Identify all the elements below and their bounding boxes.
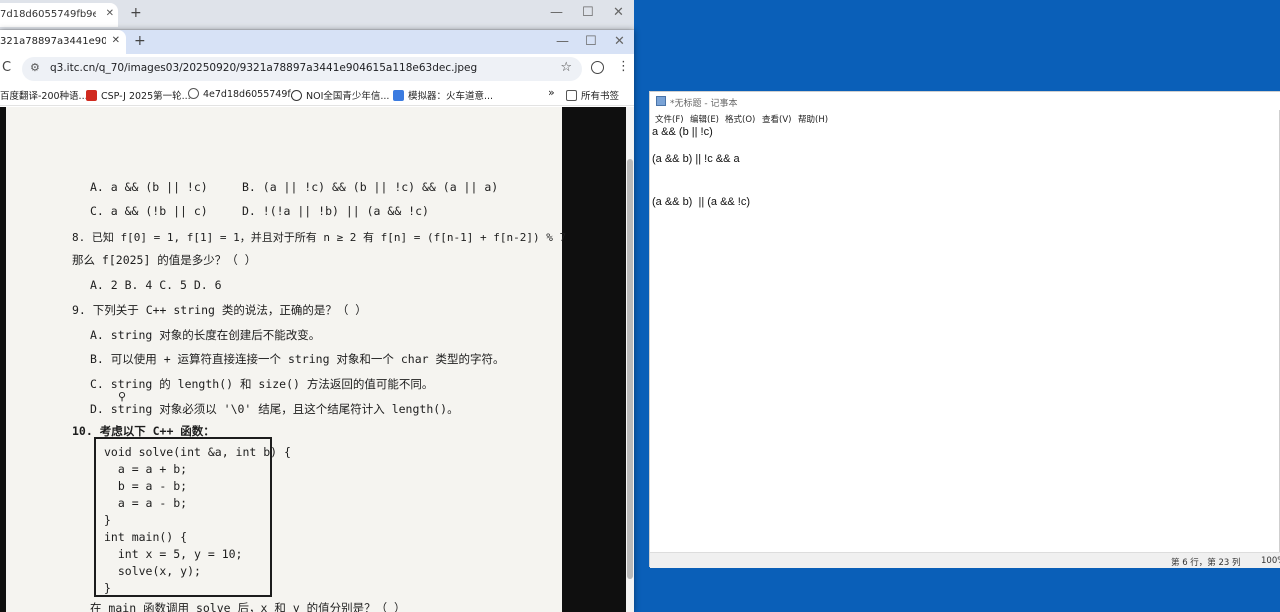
menu-format[interactable]: 格式(O): [725, 113, 755, 125]
bookmark-star-icon[interactable]: ☆: [560, 60, 572, 75]
new-tab-button[interactable]: +: [130, 5, 142, 21]
maximize-icon[interactable]: ☐: [582, 5, 594, 20]
bookmark-item[interactable]: 百度翻译-200种语...: [0, 88, 88, 102]
active-tab[interactable]: 321a78897a3441e904615a1 ✕: [0, 30, 126, 54]
browser-window: 321a78897a3441e904615a1 ✕ + — ☐ ✕ C ⚙ q3…: [0, 30, 634, 612]
notepad-menu-bar: 文件(F) 编辑(E) 格式(O) 查看(V) 帮助(H): [650, 110, 1280, 126]
q10-tail: 在 main 函数调用 solve 后，x 和 y 的值分别是？（ ）: [90, 601, 406, 612]
code-line: void solve(int &a, int b) {: [104, 445, 291, 459]
close-icon[interactable]: ✕: [112, 35, 120, 46]
cursor-position: 第 6 行，第 23 列: [1171, 558, 1241, 568]
code-line: a = a - b;: [104, 496, 188, 510]
tv-icon: [393, 90, 404, 101]
close-window-icon[interactable]: ✕: [614, 34, 625, 49]
scrollbar-thumb[interactable]: [627, 159, 633, 579]
image-viewer: A. a && (b || !c) B. (a || !c) && (b || …: [0, 107, 626, 612]
globe-icon: [291, 90, 302, 101]
bookmarks-more-icon[interactable]: »: [548, 86, 555, 99]
bookmark-label: NOI全国青少年信...: [306, 91, 390, 102]
bookmark-item[interactable]: NOI全国青少年信...: [291, 88, 389, 102]
notepad-window: *无标题 - 记事本 文件(F) 编辑(E) 格式(O) 查看(V) 帮助(H)…: [649, 91, 1280, 568]
text-line: (a && b) || !c && a: [652, 153, 740, 165]
bookmark-label: 模拟器：火车道意...: [408, 91, 494, 102]
text-line: a && (b || !c): [652, 126, 713, 138]
all-bookmarks-label: 所有书签: [581, 91, 620, 102]
maximize-icon[interactable]: ☐: [585, 34, 597, 49]
background-tab-title: 7d18d6055749fb9e1a163: [0, 9, 96, 20]
q7-option-d: D. !(!a || !b) || (a && !c): [242, 204, 429, 218]
q9-option-c: C. string 的 length() 和 size() 方法返回的值可能不同…: [90, 377, 434, 391]
q8-options: A. 2 B. 4 C. 5 D. 6: [90, 278, 222, 292]
q7-option-b: B. (a || !c) && (b || !c) && (a || a): [242, 180, 499, 194]
notepad-app-icon: [656, 96, 666, 106]
minimize-icon[interactable]: —: [550, 5, 563, 20]
notepad-status-bar: 第 6 行，第 23 列 100%: [650, 552, 1280, 568]
folder-icon: [566, 90, 577, 101]
minimize-icon[interactable]: —: [556, 34, 569, 49]
q7-option-c: C. a && (!b || c): [90, 204, 208, 218]
zoom-level: 100%: [1261, 556, 1280, 566]
profile-icon[interactable]: [591, 61, 604, 74]
close-icon[interactable]: ✕: [106, 8, 114, 19]
q9-option-d: D. string 对象必须以 '\0' 结尾，且这个结尾符计入 length(…: [90, 402, 459, 416]
code-line: solve(x, y);: [104, 564, 201, 578]
all-bookmarks-button[interactable]: 所有书签: [566, 88, 619, 102]
code-line: a = a + b;: [104, 462, 188, 476]
bookmark-label: 4e7d18d6055749f...: [203, 89, 300, 100]
tab-bar: 321a78897a3441e904615a1 ✕ + — ☐ ✕: [0, 30, 634, 54]
q8-stem: 8. 已知 f[0] = 1, f[1] = 1，并且对于所有 n ≥ 2 有 …: [72, 231, 567, 244]
text-line: (a && b) || (a && !c): [652, 196, 751, 208]
menu-edit[interactable]: 编辑(E): [690, 113, 719, 125]
bookmark-label: CSP-J 2025第一轮...: [101, 91, 191, 102]
csp-favicon-icon: [86, 90, 97, 101]
bookmark-item[interactable]: 4e7d18d6055749f...: [188, 88, 299, 100]
background-browser-tab[interactable]: 7d18d6055749fb9e1a163 ✕: [0, 3, 118, 27]
new-tab-button[interactable]: +: [134, 33, 146, 49]
code-line: }: [104, 581, 111, 595]
code-line: }: [104, 513, 111, 527]
browser-toolbar: C ⚙ q3.itc.cn/q_70/images03/20250920/932…: [0, 54, 634, 84]
q9-stem: 9. 下列关于 C++ string 类的说法，正确的是？（ ）: [72, 303, 367, 317]
tab-title: 321a78897a3441e904615a1: [0, 36, 106, 47]
notepad-title: *无标题 - 记事本: [670, 99, 738, 109]
globe-icon: [188, 88, 199, 99]
code-line: int x = 5, y = 10;: [104, 547, 243, 561]
menu-help[interactable]: 帮助(H): [798, 113, 828, 125]
code-block: void solve(int &a, int b) { a = a + b; b…: [94, 437, 291, 597]
menu-kebab-icon[interactable]: ⋮: [617, 59, 630, 74]
code-line: b = a - b;: [104, 479, 188, 493]
q9-option-b: B. 可以使用 + 运算符直接连接一个 string 对象和一个 char 类型…: [90, 352, 505, 366]
bookmark-item[interactable]: CSP-J 2025第一轮...: [86, 88, 191, 102]
bookmark-item[interactable]: 模拟器：火车道意...: [393, 88, 493, 102]
reload-icon[interactable]: C: [2, 60, 11, 75]
site-info-icon[interactable]: ⚙: [30, 61, 40, 74]
address-bar[interactable]: ⚙ q3.itc.cn/q_70/images03/20250920/9321a…: [22, 57, 582, 81]
q7-option-a: A. a && (b || !c): [90, 180, 208, 194]
menu-file[interactable]: 文件(F): [655, 113, 684, 125]
notepad-title-bar: *无标题 - 记事本: [650, 92, 1280, 110]
menu-view[interactable]: 查看(V): [762, 113, 791, 125]
q8-stem-2: 那么 f[2025] 的值是多少？（ ）: [72, 253, 257, 267]
close-window-icon[interactable]: ✕: [613, 5, 624, 20]
bookmarks-bar: 百度翻译-200种语... CSP-J 2025第一轮... 4e7d18d60…: [0, 84, 634, 106]
bookmark-label: 百度翻译-200种语...: [0, 91, 88, 102]
q9-option-a: A. string 对象的长度在创建后不能改变。: [90, 328, 321, 342]
notepad-text-area[interactable]: a && (b || !c) (a && b) || !c && a (a &&…: [650, 126, 1280, 548]
mouse-cursor-icon: ⚲: [118, 390, 127, 403]
page-scrollbar[interactable]: [626, 107, 634, 612]
code-line: int main() {: [104, 530, 188, 544]
exam-paper-image: A. a && (b || !c) B. (a || !c) && (b || …: [6, 107, 566, 612]
url-text[interactable]: q3.itc.cn/q_70/images03/20250920/9321a78…: [50, 62, 477, 74]
background-browser-window: 7d18d6055749fb9e1a163 ✕ + — ☐ ✕: [0, 0, 634, 30]
